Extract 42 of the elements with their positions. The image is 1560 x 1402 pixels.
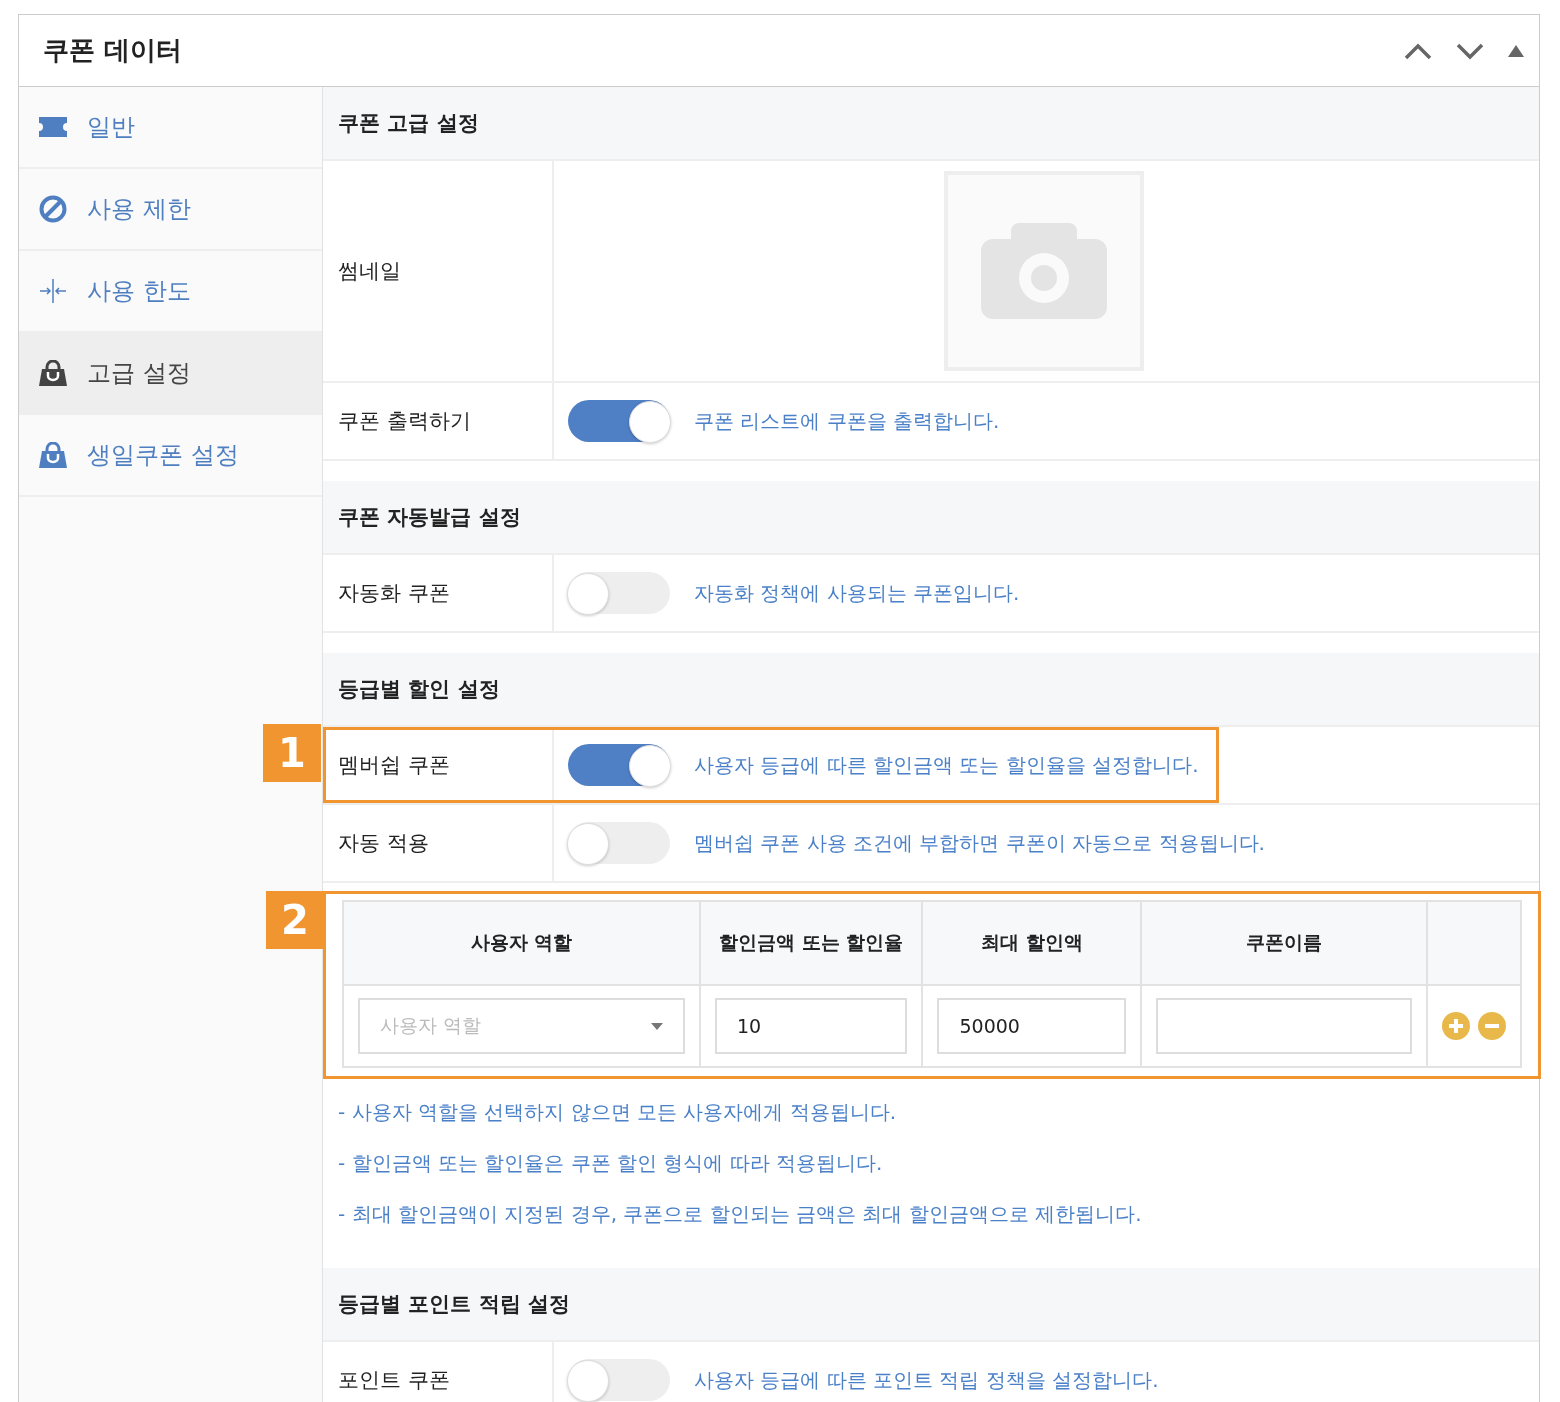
callout-number: 1 xyxy=(263,724,321,782)
ticket-icon xyxy=(39,115,67,139)
column-header: 최대 할인액 xyxy=(922,901,1142,985)
input-field[interactable] xyxy=(1156,998,1412,1054)
section-heading: 쿠폰 고급 설정 xyxy=(323,87,1539,161)
field-label: 자동 적용 xyxy=(323,805,554,881)
description-text: 사용자 등급에 따른 할인금액 또는 할인율을 설정합니다. xyxy=(694,751,1199,779)
section-heading: 등급별 포인트 적립 설정 xyxy=(323,1268,1539,1342)
collapse-arrows-icon xyxy=(39,278,67,304)
field-label: 포인트 쿠폰 xyxy=(323,1342,554,1402)
description-text: 자동화 정책에 사용되는 쿠폰입니다. xyxy=(694,579,1020,607)
toggle-switch[interactable] xyxy=(568,400,670,442)
field-label: 멤버쉽 쿠폰 xyxy=(323,727,554,803)
caret-icon xyxy=(651,1022,663,1030)
toggle-switch[interactable] xyxy=(568,572,670,614)
section-heading: 쿠폰 자동발급 설정 xyxy=(323,481,1539,555)
shopping-bag-icon xyxy=(39,360,67,386)
description-text: 쿠폰 리스트에 쿠폰을 출력합니다. xyxy=(694,407,1000,435)
remove-icon[interactable] xyxy=(1478,1012,1506,1040)
input-field[interactable]: 10 xyxy=(715,998,908,1054)
section-heading: 등급별 할인 설정 xyxy=(323,653,1539,727)
field-label: 썸네일 xyxy=(323,161,554,381)
input-field[interactable]: 50000 xyxy=(937,998,1127,1054)
help-text: - 할인금액 또는 할인율은 쿠폰 할인 형식에 따라 적용됩니다. xyxy=(338,1150,884,1177)
toggle-switch[interactable] xyxy=(568,1359,670,1401)
panel-title: 쿠폰 데이터 xyxy=(43,34,183,67)
column-header: 사용자 역할 xyxy=(343,901,700,985)
add-icon[interactable] xyxy=(1442,1012,1470,1040)
toggle-switch[interactable] xyxy=(568,744,670,786)
callout-number: 2 xyxy=(266,891,324,949)
toggle-switch[interactable] xyxy=(568,822,670,864)
column-header: 쿠폰이름 xyxy=(1141,901,1427,985)
shopping-bag-icon xyxy=(39,442,67,468)
description-text: 사용자 등급에 따른 포인트 적립 정책을 설정합니다. xyxy=(694,1366,1159,1394)
help-text: - 사용자 역할을 선택하지 않으면 모든 사용자에게 적용됩니다. xyxy=(338,1099,898,1126)
sidebar-item[interactable]: 고급 설정 xyxy=(19,333,322,415)
column-header: 할인금액 또는 할인율 xyxy=(700,901,923,985)
ban-icon xyxy=(39,195,67,223)
field-label: 자동화 쿠폰 xyxy=(323,555,554,631)
help-text: - 최대 할인금액이 지정된 경우, 쿠폰으로 할인되는 금액은 최대 할인금액으로 제한됩니다. xyxy=(338,1201,1143,1228)
description-text: 멤버쉽 쿠폰 사용 조건에 부합하면 쿠폰이 자동으로 적용됩니다. xyxy=(694,829,1265,857)
field-label: 쿠폰 출력하기 xyxy=(323,383,554,459)
